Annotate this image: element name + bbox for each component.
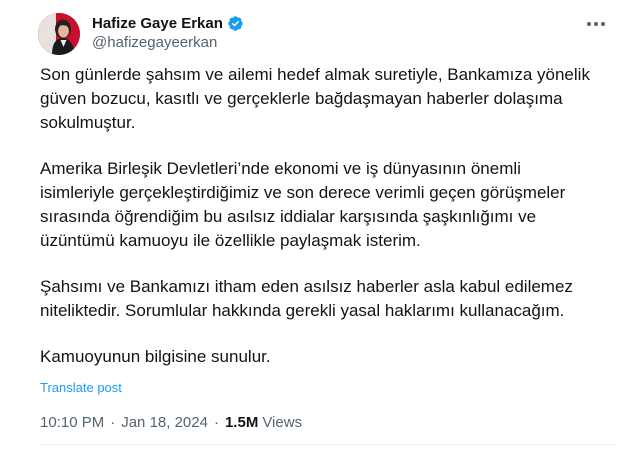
tweet-line: Amerika Birleşik Devletleri’nde ekonomi … (40, 159, 521, 178)
tweet-line: isimleriyle gerçekleştirdiğimiz ve son d… (40, 183, 566, 202)
tweet-line: Son günlerde şahsım ve ailemi hedef alma… (40, 65, 590, 84)
verified-badge-icon[interactable] (227, 15, 244, 32)
tweet-text: Son günlerde şahsım ve ailemi hedef alma… (40, 63, 615, 369)
tweet-time[interactable]: 10:10 PM (40, 414, 104, 431)
author-name[interactable]: Hafize Gaye Erkan (92, 15, 223, 32)
tweet-line: üzüntümü kamuoyu ile özellikle paylaşmak… (40, 231, 421, 250)
tweet-line: Şahsımı ve Bankamızı itham eden asılsız … (40, 277, 573, 296)
meta-separator: · (110, 414, 116, 431)
author-name-row[interactable]: Hafize Gaye Erkan (92, 13, 244, 33)
tweet-line: sokulmuştur. (40, 113, 136, 132)
tweet-date[interactable]: Jan 18, 2024 (121, 414, 208, 431)
tweet-paragraph: Kamuoyunun bilgisine sunulur. (40, 345, 615, 369)
tweet-line: Kamuoyunun bilgisine sunulur. (40, 347, 271, 366)
more-options-icon[interactable] (583, 14, 609, 34)
views-label: Views (262, 414, 303, 431)
tweet-line: sırasında öğrendiğim bu asılsız iddialar… (40, 207, 537, 226)
author-avatar[interactable] (38, 13, 80, 55)
tweet-metadata: 10:10 PM · Jan 18, 2024 · 1.5M Views (40, 414, 302, 431)
tweet-paragraph: Amerika Birleşik Devletleri’nde ekonomi … (40, 157, 615, 253)
tweet-line: güven bozucu, kasıtlı ve gerçeklerle bağ… (40, 89, 563, 108)
divider (40, 444, 615, 445)
tweet-paragraph: Şahsımı ve Bankamızı itham eden asılsız … (40, 275, 615, 323)
tweet-detail: Hafize Gaye Erkan @hafizegayeerkan Son g… (0, 0, 635, 451)
avatar-image (38, 13, 80, 55)
translate-post-link[interactable]: Translate post (40, 380, 122, 395)
views-count: 1.5M (224, 414, 259, 431)
tweet-paragraph: Son günlerde şahsım ve ailemi hedef alma… (40, 63, 615, 135)
meta-separator: · (213, 414, 219, 431)
author-handle[interactable]: @hafizegayeerkan (92, 34, 217, 51)
tweet-line: niteliktedir. Sorumlular hakkında gerekl… (40, 301, 565, 320)
